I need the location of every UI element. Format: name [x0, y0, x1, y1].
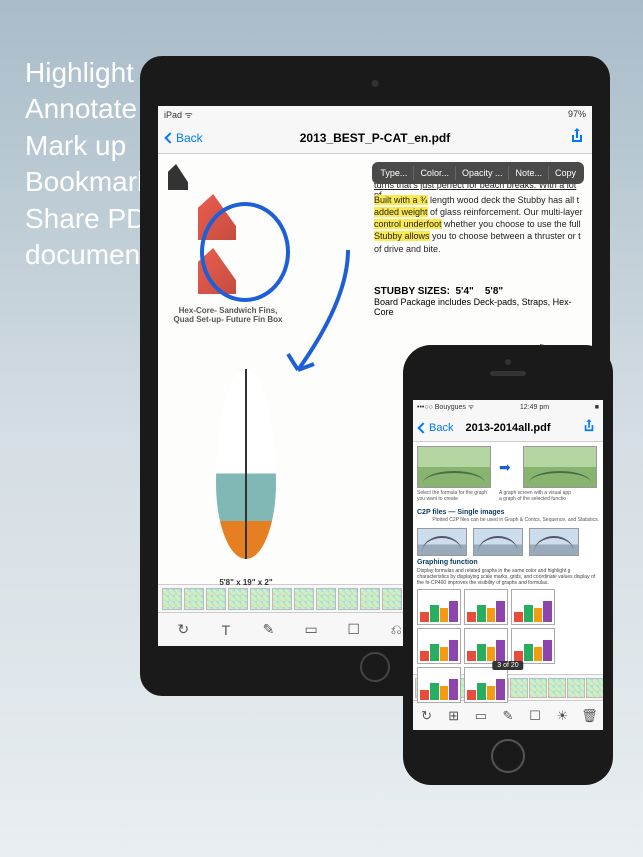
fin-caption: Hex-Core- Sandwich Fins, Quad Set-up- Fu…: [168, 306, 288, 324]
page-thumbnail[interactable]: [360, 588, 380, 610]
chart-thumb: [511, 589, 555, 625]
page-thumbnail[interactable]: [338, 588, 358, 610]
page-thumbnail[interactable]: [250, 588, 270, 610]
iphone-toolbar: ↻ ⊞ ▭ ✎ ☐ ☀ 🗑: [413, 700, 603, 730]
battery-icon: ■: [595, 404, 599, 411]
chevron-left-icon: [417, 422, 428, 433]
document-title: 2013_BEST_P-CAT_en.pdf: [300, 131, 451, 145]
tool-trash[interactable]: 🗑: [577, 704, 601, 728]
description-text: Display formulas and related graphs in t…: [417, 568, 599, 586]
ipad-camera: [372, 80, 379, 87]
tool-view[interactable]: ⊞: [442, 704, 466, 728]
caption-row: Select the formula for the graph you wan…: [417, 491, 599, 506]
iphone-screen: •••○○ Bouygues ᯤ 12:49 pm ■ Back 2013-20…: [413, 400, 603, 730]
carrier-label: •••○○ Bouygues ᯤ: [417, 403, 474, 412]
chart-thumb: [417, 667, 461, 703]
chart-thumb: [464, 589, 508, 625]
tool-edit[interactable]: ✎: [496, 704, 520, 728]
surfboard-image: 5'8" x 19" x 2": [186, 369, 306, 569]
iphone-document-body[interactable]: ➡ Select the formula for the graph you w…: [413, 442, 603, 674]
popup-opacity-button[interactable]: Opacity ...: [456, 166, 510, 180]
page-thumbnail[interactable]: [316, 588, 336, 610]
share-button[interactable]: [583, 419, 595, 436]
tool-reload[interactable]: ↻: [415, 704, 439, 728]
time-label: 12:49 pm: [520, 404, 549, 411]
back-button[interactable]: Back: [419, 422, 453, 434]
popup-copy-button[interactable]: Copy: [549, 166, 582, 180]
tool-shape[interactable]: ☐: [342, 618, 366, 642]
tool-reload[interactable]: ↻: [171, 618, 195, 642]
iphone-speaker: [490, 371, 526, 376]
status-left: iPad ᯤ: [164, 108, 193, 121]
board-dimensions: 5'8" x 19" x 2": [186, 578, 306, 587]
chart-thumb: [464, 667, 508, 703]
ipad-nav-bar: Back 2013_BEST_P-CAT_en.pdf: [158, 122, 592, 154]
image-row: ➡: [417, 446, 599, 488]
ink-annotation-arrow[interactable]: [288, 250, 348, 370]
annotation-popup: Type... Color... Opacity ... Note... Cop…: [372, 162, 584, 184]
fin-image-small: [168, 164, 188, 190]
page-thumbnail[interactable]: [228, 588, 248, 610]
section-sub: Plotted C2P files can be used in Graph &…: [417, 518, 599, 524]
status-battery: 97%: [568, 109, 586, 119]
chevron-left-icon: [164, 132, 175, 143]
page-thumbnail[interactable]: [272, 588, 292, 610]
tool-bookmark[interactable]: ☐: [523, 704, 547, 728]
tool-text[interactable]: T: [214, 618, 238, 642]
chart-thumb: [511, 628, 555, 664]
popup-type-button[interactable]: Type...: [374, 166, 414, 180]
back-label: Back: [176, 131, 203, 145]
popup-note-button[interactable]: Note...: [509, 166, 549, 180]
highlighted-paragraph: Built with a ¾ length wood deck the Stub…: [374, 194, 584, 255]
document-title: 2013-2014all.pdf: [466, 422, 551, 434]
share-icon: [583, 419, 595, 433]
page-thumbnail[interactable]: [294, 588, 314, 610]
stubby-sizes-block: STUBBY SIZES: 5'4" 5'8" Board Package in…: [374, 286, 584, 317]
ipad-status-bar: iPad ᯤ 97%: [158, 106, 592, 122]
chart-grid: [417, 589, 599, 703]
tool-highlight[interactable]: ▭: [299, 618, 323, 642]
page-thumbnail[interactable]: [162, 588, 182, 610]
iphone-home-button[interactable]: [491, 739, 525, 773]
tool-pen[interactable]: ✎: [256, 618, 280, 642]
section-header: Graphing function: [417, 559, 599, 566]
share-icon: [570, 128, 584, 144]
graph-screenshot: [523, 446, 597, 488]
bridge-image: [473, 528, 523, 556]
arrow-right-icon: ➡: [499, 459, 515, 476]
chart-thumb: [417, 589, 461, 625]
iphone-camera: [505, 359, 511, 365]
back-label: Back: [429, 422, 453, 434]
tool-brightness[interactable]: ☀: [550, 704, 574, 728]
share-button[interactable]: [570, 128, 584, 148]
bridge-image: [417, 528, 467, 556]
page-indicator: 3 of 20: [492, 661, 523, 670]
graph-screenshot: [417, 446, 491, 488]
page-thumbnail[interactable]: [206, 588, 226, 610]
section-header: C2P files — Single images: [417, 509, 599, 516]
bridge-image: [529, 528, 579, 556]
ipad-home-button[interactable]: [360, 652, 390, 682]
page-thumbnail[interactable]: [382, 588, 402, 610]
iphone-status-bar: •••○○ Bouygues ᯤ 12:49 pm ■: [413, 400, 603, 414]
page-thumbnail[interactable]: [184, 588, 204, 610]
back-button[interactable]: Back: [166, 131, 203, 145]
popup-color-button[interactable]: Color...: [414, 166, 456, 180]
tool-layout[interactable]: ▭: [469, 704, 493, 728]
ink-annotation-circle[interactable]: [200, 202, 290, 302]
iphone-nav-bar: Back 2013-2014all.pdf: [413, 414, 603, 442]
chart-thumb: [417, 628, 461, 664]
bridge-images: [417, 528, 599, 556]
chart-thumb: [464, 628, 508, 664]
iphone-device: •••○○ Bouygues ᯤ 12:49 pm ■ Back 2013-20…: [403, 345, 613, 785]
